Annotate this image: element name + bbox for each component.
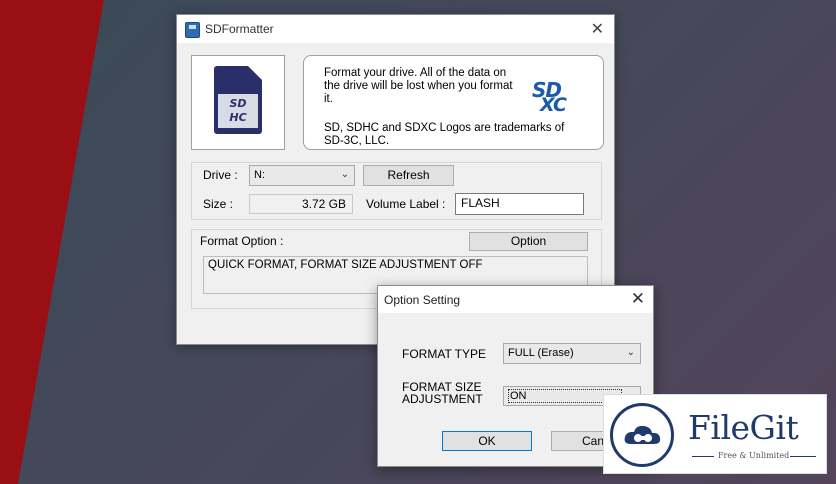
close-icon[interactable]: ✕ xyxy=(591,19,604,39)
refresh-button[interactable]: Refresh xyxy=(363,165,454,186)
drive-label: Drive : xyxy=(203,168,238,182)
title-bar: SDFormatter ✕ xyxy=(177,15,614,43)
cloud-logo-icon xyxy=(610,403,674,467)
sdxc-logo-bottom: XC xyxy=(540,94,567,116)
volume-label-input[interactable]: FLASH xyxy=(455,193,584,215)
sd-card-image: SD HC xyxy=(191,55,285,150)
sdformatter-app-icon xyxy=(185,22,200,38)
option-dialog-title-bar: Option Setting ✕ xyxy=(378,286,653,313)
sd-card-label-bottom: HC xyxy=(229,111,247,124)
watermark-rule-right xyxy=(790,456,816,457)
chevron-down-icon: ⌄ xyxy=(340,169,349,180)
volume-label: Volume Label : xyxy=(366,197,446,211)
watermark-tagline: Free & Unlimited xyxy=(718,451,790,460)
drive-select[interactable]: N: ⌄ xyxy=(249,165,355,186)
filegit-watermark: FileGit Free & Unlimited xyxy=(603,394,827,474)
close-icon[interactable]: ✕ xyxy=(631,289,645,309)
option-dialog-title: Option Setting xyxy=(384,293,461,307)
sd-card-label-top: SD xyxy=(229,97,247,110)
sd-card-icon: SD HC xyxy=(214,66,262,134)
format-size-label-line2: ADJUSTMENT xyxy=(402,392,483,406)
watermark-name: FileGit xyxy=(688,408,799,447)
size-value: 3.72 GB xyxy=(249,194,353,214)
chevron-down-icon: ⌄ xyxy=(626,347,635,358)
trademark-text: SD, SDHC and SDXC Logos are trademarks o… xyxy=(324,122,565,147)
info-text: Format your drive. All of the data on th… xyxy=(324,67,513,105)
window-title: SDFormatter xyxy=(205,22,274,36)
sd-card-label: SD HC xyxy=(218,94,258,128)
format-type-select[interactable]: FULL (Erase) ⌄ xyxy=(503,343,641,364)
option-button[interactable]: Option xyxy=(469,232,588,251)
sdxc-logo: SD XC xyxy=(526,78,584,116)
ok-button[interactable]: OK xyxy=(442,431,532,451)
info-panel: Format your drive. All of the data on th… xyxy=(303,55,604,150)
format-type-label: FORMAT TYPE xyxy=(402,347,487,361)
format-size-adjustment-label: FORMAT SIZE ADJUSTMENT xyxy=(402,381,483,405)
size-label: Size : xyxy=(203,197,234,211)
watermark-rule-left xyxy=(692,456,714,457)
format-option-label: Format Option : xyxy=(200,234,284,248)
format-type-value: FULL (Erase) xyxy=(508,347,574,359)
drive-value: N: xyxy=(254,169,265,181)
